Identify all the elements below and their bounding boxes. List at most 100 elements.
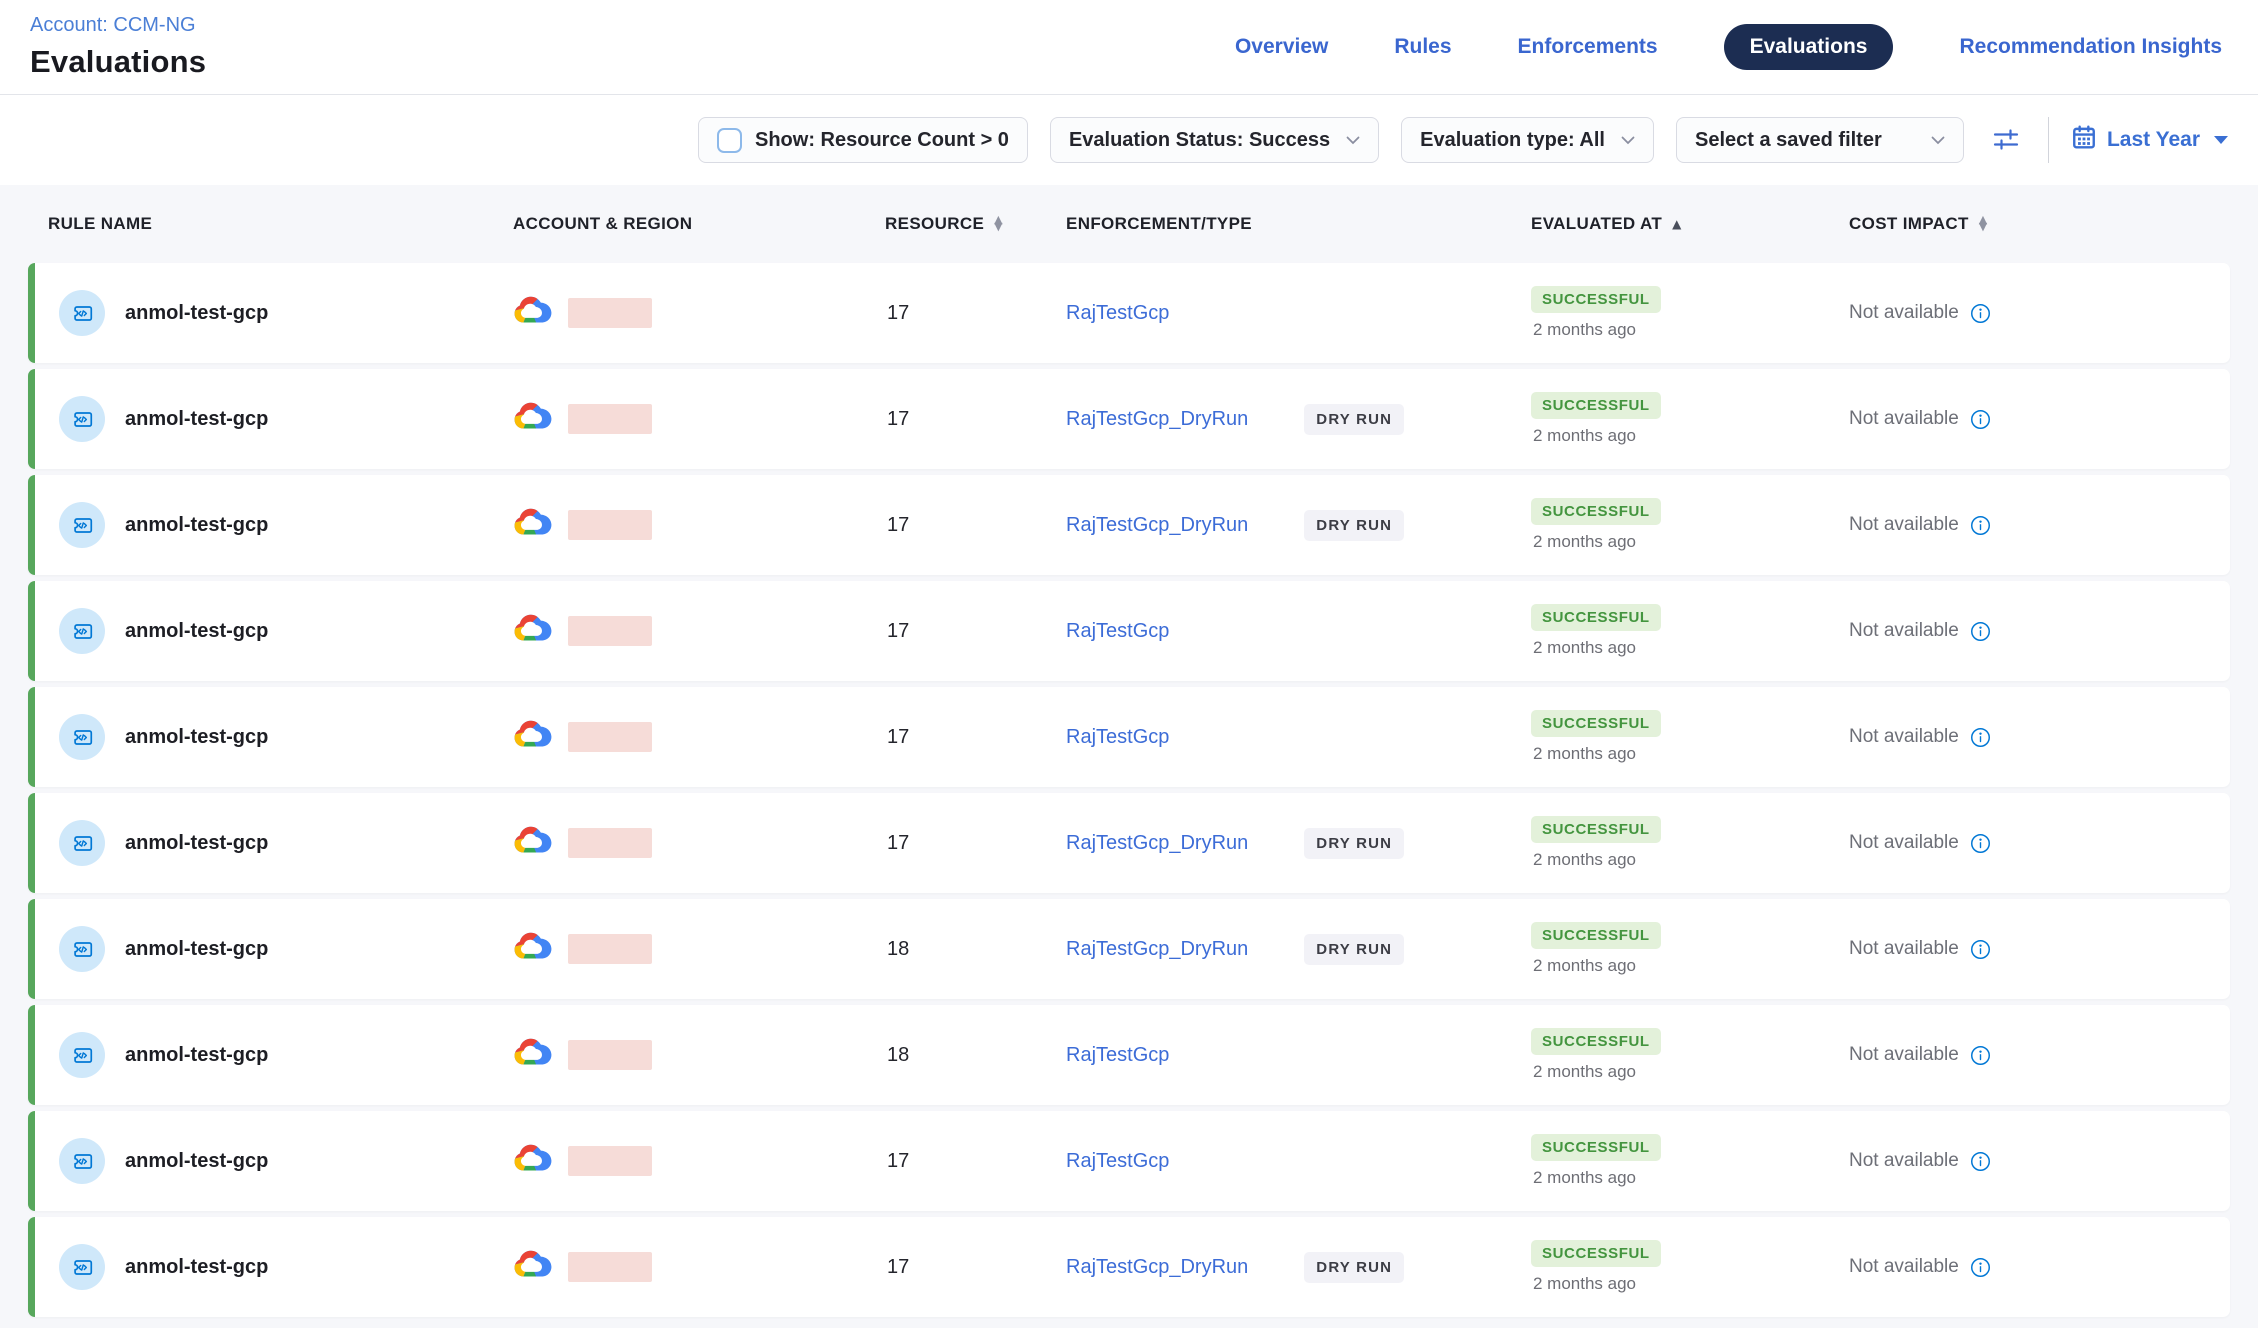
evaluated-time: 2 months ago (1531, 1274, 1636, 1294)
enforcement-cell: RajTestGcp (1048, 302, 1513, 325)
saved-filter-dropdown[interactable]: Select a saved filter (1676, 117, 1964, 163)
info-icon[interactable] (1970, 621, 1991, 642)
sort-asc-icon[interactable]: ▲ (1672, 217, 1682, 231)
info-icon[interactable] (1970, 515, 1991, 536)
status-badge: SUCCESSFUL (1531, 286, 1661, 313)
gcp-cloud-icon (513, 400, 555, 439)
resource-count: 18 (863, 1044, 1048, 1067)
tab-recommendation-insights[interactable]: Recommendation Insights (1959, 35, 2222, 59)
account-region-cell (513, 1142, 863, 1181)
column-cost-impact[interactable]: COST IMPACT ▲▼ (1831, 214, 2230, 234)
resource-count: 17 (863, 1256, 1048, 1279)
tab-evaluations[interactable]: Evaluations (1724, 24, 1894, 70)
status-badge: SUCCESSFUL (1531, 1028, 1661, 1055)
table-row[interactable]: anmol-test-gcp (28, 687, 2230, 787)
table-row[interactable]: anmol-test-gcp (28, 899, 2230, 999)
resource-count-filter[interactable]: Show: Resource Count > 0 (698, 117, 1028, 163)
calendar-icon (2071, 124, 2097, 156)
info-icon[interactable] (1970, 1151, 1991, 1172)
info-icon[interactable] (1970, 727, 1991, 748)
rule-cell: anmol-test-gcp (35, 1138, 513, 1184)
info-icon[interactable] (1970, 833, 1991, 854)
cost-impact-value: Not available (1849, 726, 1959, 748)
gcp-cloud-icon (513, 930, 555, 969)
filter-panel-button[interactable] (1986, 119, 2026, 162)
column-evaluated-at[interactable]: EVALUATED AT ▲ (1513, 214, 1831, 234)
sort-icon[interactable]: ▲▼ (994, 217, 1003, 231)
column-account-region: ACCOUNT & REGION (513, 214, 863, 234)
cost-impact-value: Not available (1849, 514, 1959, 536)
enforcement-link[interactable]: RajTestGcp (1066, 1044, 1169, 1067)
rule-name: anmol-test-gcp (125, 302, 268, 325)
gcp-cloud-icon (513, 1142, 555, 1181)
enforcement-cell: RajTestGcp (1048, 726, 1513, 749)
status-badge: SUCCESSFUL (1531, 392, 1661, 419)
rule-name: anmol-test-gcp (125, 938, 268, 961)
resource-count: 18 (863, 938, 1048, 961)
account-region-cell (513, 612, 863, 651)
table-row[interactable]: anmol-test-gcp (28, 263, 2230, 363)
enforcement-link[interactable]: RajTestGcp_DryRun (1066, 1256, 1248, 1279)
table-body: anmol-test-gcp (28, 263, 2230, 1317)
account-region-cell (513, 824, 863, 863)
evaluated-time: 2 months ago (1531, 850, 1636, 870)
info-icon[interactable] (1970, 409, 1991, 430)
chevron-down-icon (1346, 136, 1360, 145)
info-icon[interactable] (1970, 939, 1991, 960)
resource-count: 17 (863, 620, 1048, 643)
cost-impact-cell: Not available (1831, 302, 2230, 324)
rule-code-icon (59, 926, 105, 972)
enforcement-link[interactable]: RajTestGcp_DryRun (1066, 938, 1248, 961)
breadcrumb[interactable]: Account: CCM-NG (30, 14, 206, 37)
cost-impact-cell: Not available (1831, 620, 2230, 642)
cost-impact-cell: Not available (1831, 1256, 2230, 1278)
date-range-value: Last Year (2107, 128, 2200, 152)
sort-icon[interactable]: ▲▼ (1979, 217, 1988, 231)
evaluated-cell: SUCCESSFUL 2 months ago (1513, 498, 1831, 552)
resource-count-checkbox[interactable] (717, 128, 742, 153)
evaluation-status-value: Evaluation Status: Success (1069, 129, 1330, 152)
enforcement-link[interactable]: RajTestGcp (1066, 302, 1169, 325)
table-row[interactable]: anmol-test-gcp (28, 1111, 2230, 1211)
cost-impact-value: Not available (1849, 620, 1959, 642)
status-badge: SUCCESSFUL (1531, 1134, 1661, 1161)
resource-count: 17 (863, 1150, 1048, 1173)
info-icon[interactable] (1970, 303, 1991, 324)
table-row[interactable]: anmol-test-gcp (28, 369, 2230, 469)
evaluation-status-dropdown[interactable]: Evaluation Status: Success (1050, 117, 1379, 163)
rule-cell: anmol-test-gcp (35, 1032, 513, 1078)
enforcement-link[interactable]: RajTestGcp (1066, 620, 1169, 643)
table-row[interactable]: anmol-test-gcp (28, 475, 2230, 575)
status-badge: SUCCESSFUL (1531, 498, 1661, 525)
enforcement-link[interactable]: RajTestGcp (1066, 726, 1169, 749)
sliders-icon (1990, 123, 2022, 158)
info-icon[interactable] (1970, 1045, 1991, 1066)
resource-count-checkbox-label: Show: Resource Count > 0 (755, 129, 1009, 152)
rule-cell: anmol-test-gcp (35, 926, 513, 972)
table-row[interactable]: anmol-test-gcp (28, 793, 2230, 893)
tab-overview[interactable]: Overview (1235, 35, 1328, 59)
evaluation-type-dropdown[interactable]: Evaluation type: All (1401, 117, 1654, 163)
rule-code-icon (59, 1032, 105, 1078)
tab-rules[interactable]: Rules (1394, 35, 1451, 59)
enforcement-cell: RajTestGcp (1048, 620, 1513, 643)
column-resource[interactable]: RESOURCE ▲▼ (863, 214, 1048, 234)
evaluated-time: 2 months ago (1531, 1168, 1636, 1188)
date-range-picker[interactable]: Last Year (2071, 124, 2228, 156)
rule-code-icon (59, 820, 105, 866)
enforcement-link[interactable]: RajTestGcp_DryRun (1066, 832, 1248, 855)
enforcement-link[interactable]: RajTestGcp (1066, 1150, 1169, 1173)
tab-enforcements[interactable]: Enforcements (1518, 35, 1658, 59)
account-redacted (568, 934, 652, 964)
gcp-cloud-icon (513, 612, 555, 651)
table-row[interactable]: anmol-test-gcp (28, 1005, 2230, 1105)
cost-impact-cell: Not available (1831, 408, 2230, 430)
enforcement-link[interactable]: RajTestGcp_DryRun (1066, 514, 1248, 537)
cost-impact-value: Not available (1849, 408, 1959, 430)
chevron-down-icon (1931, 136, 1945, 145)
table-row[interactable]: anmol-test-gcp (28, 581, 2230, 681)
info-icon[interactable] (1970, 1257, 1991, 1278)
table-row[interactable]: anmol-test-gcp (28, 1217, 2230, 1317)
rule-cell: anmol-test-gcp (35, 1244, 513, 1290)
enforcement-link[interactable]: RajTestGcp_DryRun (1066, 408, 1248, 431)
